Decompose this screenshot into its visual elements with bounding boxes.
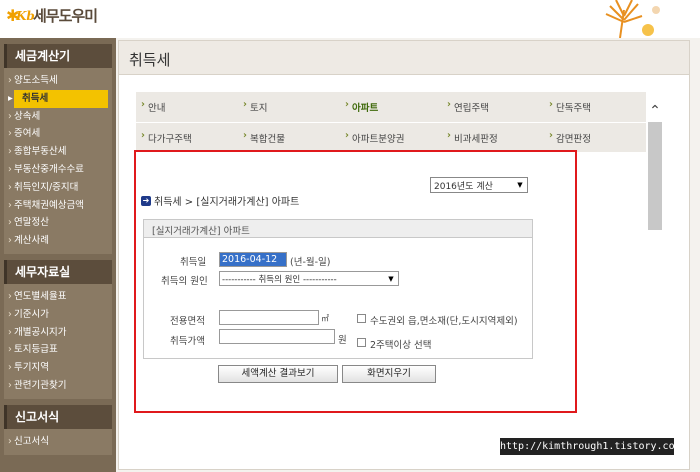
sidebar-item-inheritance-tax[interactable]: 상속세 [4, 108, 112, 126]
sidebar-item-standard-price[interactable]: 기준시가 [4, 306, 112, 324]
breadcrumb-text: 취득세 > [실지거래가계산] 아파트 [154, 197, 300, 208]
kb-logo-icon: ✱ Kb [6, 5, 35, 25]
sidebar-item-acquisition-tax[interactable]: 취득세 [8, 89, 108, 108]
sidebar-heading: 세금계산기 [4, 44, 112, 68]
multi-house-checkbox[interactable] [357, 338, 366, 347]
price-label: 취득가액 [170, 336, 205, 347]
scroll-thumb[interactable] [648, 122, 662, 230]
area-label: 전용면적 [170, 316, 205, 327]
chevron-down-icon: ▼ [517, 181, 523, 189]
sidebar-item-forms[interactable]: 신고서식 [4, 433, 112, 451]
clear-screen-button[interactable]: 화면지우기 [342, 365, 436, 383]
price-input[interactable] [219, 329, 335, 344]
flower-decoration-icon [605, 0, 660, 38]
sidebar-item-capital-gains-tax[interactable]: 양도소득세 [4, 72, 112, 90]
category-tabs: 안내 토지 아파트 연립주택 단독주택 다가구주택 복합건물 아파트분양권 비과… [136, 92, 646, 152]
scrollbar[interactable]: ⌃ [647, 100, 663, 472]
acq-date-label: 취득일 [180, 257, 207, 268]
calculator-panel: 2016년도 계산 ▼ ➔ 취득세 > [실지거래가계산] 아파트 [실지거래가… [134, 150, 577, 413]
scroll-up-icon[interactable]: ⌃ [647, 102, 663, 120]
sidebar-section-calculators: 세금계산기 양도소득세 취득세 상속세 증여세 종합부동산세 부동산중개수수료 … [4, 44, 112, 254]
form-title: [실지거래가계산] 아파트 [144, 220, 532, 238]
sidebar-item-examples[interactable]: 계산사례 [4, 232, 112, 250]
sidebar-item-agencies[interactable]: 관련기관찾기 [4, 377, 112, 395]
year-select[interactable]: 2016년도 계산 ▼ [430, 177, 528, 193]
tab-mixed-building[interactable]: 복합건물 [238, 130, 340, 145]
sidebar-item-year-end-settlement[interactable]: 연말정산 [4, 214, 112, 232]
sidebar-item-stamp-fee[interactable]: 취득인지/증지대 [4, 179, 112, 197]
sidebar-item-brokerage-fee[interactable]: 부동산중개수수료 [4, 161, 112, 179]
sidebar-section-resources: 세무자료실 연도별세율표 기준시가 개별공시지가 토지등급표 투기지역 관련기관… [4, 259, 112, 399]
tab-row-house[interactable]: 연립주택 [442, 99, 544, 114]
calc-form: [실지거래가계산] 아파트 취득일 2016-04-12 (년-월-일) 취득의… [143, 219, 533, 359]
sidebar-item-gift-tax[interactable]: 증여세 [4, 125, 112, 143]
acq-date-hint: (년-월-일) [290, 257, 331, 268]
calc-result-button[interactable]: 세액계산 결과보기 [218, 365, 338, 383]
sidebar-item-land-grade[interactable]: 토지등급표 [4, 341, 112, 359]
multi-house-label: 2주택이상 선택 [370, 340, 432, 351]
year-select-value: 2016년도 계산 [434, 182, 493, 192]
arrow-right-icon: ➔ [141, 195, 151, 206]
tab-detached-house[interactable]: 단독주택 [544, 99, 646, 114]
sidebar-heading: 신고서식 [4, 404, 112, 429]
logo[interactable]: ✱ Kb 세무도우미 [6, 5, 98, 26]
area-unit: ㎡ [321, 314, 329, 323]
page-title: 취득세 [119, 41, 689, 75]
sidebar-item-land-price[interactable]: 개별공시지가 [4, 324, 112, 342]
tab-apartment[interactable]: 아파트 [340, 99, 442, 114]
chevron-down-icon: ▼ [385, 273, 397, 285]
area-input[interactable] [219, 310, 319, 325]
breadcrumb: ➔ 취득세 > [실지거래가계산] 아파트 [141, 193, 299, 208]
cause-select-value: ----------- 취득의 원인 ----------- [222, 275, 337, 285]
sidebar-heading: 세무자료실 [4, 259, 112, 284]
tab-nontaxable[interactable]: 비과세판정 [442, 130, 544, 145]
tab-reduction[interactable]: 감면판정 [544, 130, 646, 145]
cause-select[interactable]: ----------- 취득의 원인 ----------- ▼ [219, 271, 399, 286]
sidebar-item-speculation-zone[interactable]: 투기지역 [4, 359, 112, 377]
price-unit: 원 [338, 335, 347, 346]
tab-apartment-presale[interactable]: 아파트분양권 [340, 130, 442, 145]
tab-multi-family[interactable]: 다가구주택 [136, 130, 238, 145]
sidebar-item-comprehensive-real-estate-tax[interactable]: 종합부동산세 [4, 143, 112, 161]
header: ✱ Kb 세무도우미 [0, 0, 700, 38]
sidebar-item-housing-bond[interactable]: 주택채권예상금액 [4, 197, 112, 215]
brand-name: 세무도우미 [33, 7, 98, 25]
tab-guide[interactable]: 안내 [136, 99, 238, 114]
watermark-url: http://kimthrough1.tistory.com [500, 438, 681, 455]
non-capital-label: 수도권외 읍,면소재(단,도시지역제외) [370, 316, 518, 327]
cause-label: 취득의 원인 [161, 276, 208, 287]
non-capital-checkbox[interactable] [357, 314, 366, 323]
sidebar-section-forms: 신고서식 신고서식 [4, 404, 112, 455]
sidebar: 세금계산기 양도소득세 취득세 상속세 증여세 종합부동산세 부동산중개수수료 … [0, 38, 116, 472]
acq-date-input[interactable]: 2016-04-12 [219, 252, 287, 267]
tab-land[interactable]: 토지 [238, 99, 340, 114]
sidebar-item-tax-rate-table[interactable]: 연도별세율표 [4, 288, 112, 306]
